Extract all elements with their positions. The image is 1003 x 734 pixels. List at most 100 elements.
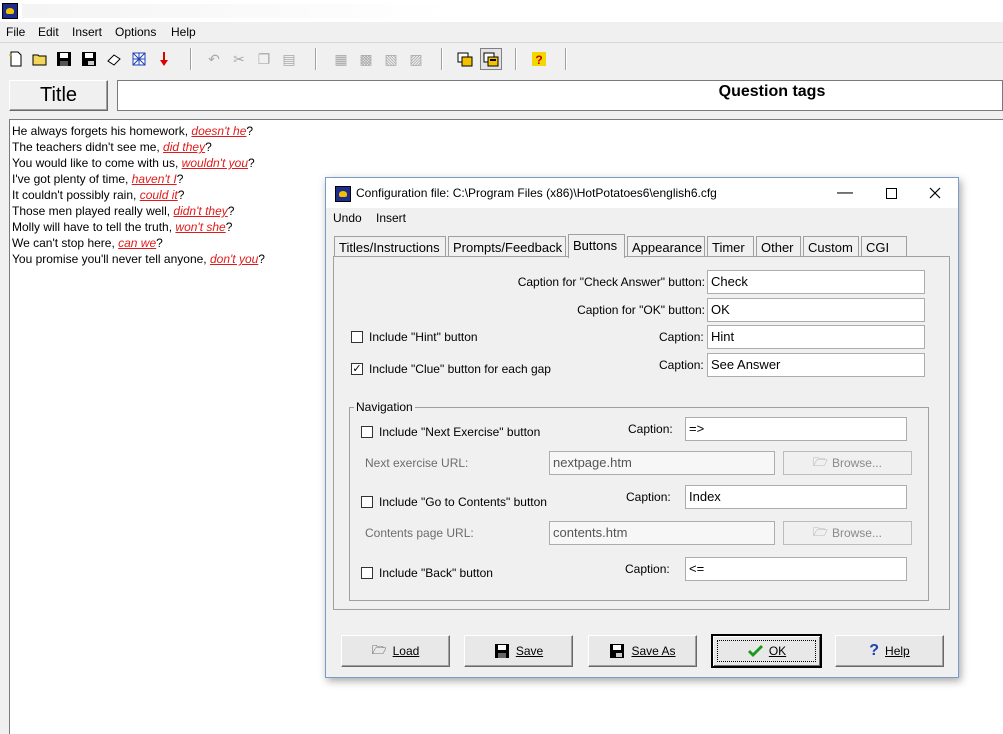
exercise-line: The teachers didn't see me, did they? [12, 139, 1001, 155]
help-question-icon[interactable]: ? [529, 49, 549, 69]
hotpotatoes-app-icon[interactable] [2, 3, 18, 19]
sentence-text: Molly will have to tell the truth, [12, 220, 176, 234]
sentence-text: It couldn't possibly rain, [12, 188, 140, 202]
web-page-export-icon[interactable] [455, 49, 475, 69]
eraser-icon[interactable] [104, 49, 124, 69]
gap-word[interactable]: don't you [210, 252, 258, 266]
exercise-line: He always forgets his homework, doesn't … [12, 123, 1001, 139]
tab-other[interactable]: Other [756, 236, 801, 257]
ok-button[interactable]: OK [711, 634, 822, 668]
gap-word[interactable]: haven't I [132, 172, 177, 186]
new-file-icon[interactable] [6, 49, 26, 69]
question-mark-icon: ? [869, 642, 880, 659]
next-exercise-checkbox[interactable] [361, 426, 373, 438]
gap-word[interactable]: did they [163, 140, 205, 154]
svg-text:?: ? [535, 53, 542, 67]
next-caption-input[interactable]: => [685, 417, 907, 441]
clue-checkbox[interactable]: ✓ [351, 363, 363, 375]
gap-word[interactable]: can we [118, 236, 156, 250]
contents-caption-label: Caption: [626, 490, 671, 504]
menu-help[interactable]: Help [171, 25, 196, 39]
hotpotatoes-dialog-icon[interactable] [335, 186, 351, 202]
check-answer-caption-input[interactable]: Check [707, 270, 925, 294]
auto-gap-icon[interactable]: ▧ [381, 49, 401, 69]
tab-prompts-feedback[interactable]: Prompts/Feedback [448, 236, 566, 257]
next-url-input[interactable]: nextpage.htm [549, 451, 775, 475]
save-as-disk-icon[interactable] [79, 49, 99, 69]
save-as-disk-icon [610, 644, 625, 658]
next-exercise-checkbox-label: Include "Next Exercise" button [379, 425, 541, 439]
next-browse-label: Browse... [831, 456, 882, 470]
hint-checkbox[interactable] [351, 331, 363, 343]
toolbar-separator [441, 48, 443, 70]
dialog-titlebar: Configuration file: C:\Program Files (x8… [326, 178, 958, 208]
contents-url-input[interactable]: contents.htm [549, 521, 775, 545]
help-button-label: Help [885, 644, 910, 658]
load-button[interactable]: 🗁 Load [341, 635, 450, 667]
maximize-icon[interactable] [868, 178, 914, 208]
menu-insert[interactable]: Insert [72, 25, 102, 39]
exercise-line: You would like to come with us, wouldn't… [12, 155, 1001, 171]
clue-caption-input[interactable]: See Answer [707, 353, 925, 377]
show-words-icon[interactable]: ▨ [406, 49, 426, 69]
title-button[interactable]: Title [9, 80, 108, 111]
back-caption-input[interactable]: <= [685, 557, 907, 581]
gap-word[interactable]: doesn't he [191, 124, 246, 138]
sentence-text: He always forgets his homework, [12, 124, 192, 138]
tab-custom[interactable]: Custom [803, 236, 859, 257]
contents-checkbox[interactable] [361, 496, 373, 508]
contents-checkbox-label: Include "Go to Contents" button [379, 495, 547, 509]
contents-caption-input[interactable]: Index [685, 485, 907, 509]
ok-caption-input[interactable]: OK [707, 298, 925, 322]
tab-cgi[interactable]: CGI [861, 236, 907, 257]
gap-word[interactable]: wouldn't you [182, 156, 248, 170]
folder-icon: 🗁 [813, 524, 828, 539]
back-checkbox[interactable] [361, 567, 373, 579]
hint-caption-input[interactable]: Hint [707, 325, 925, 349]
paste-icon[interactable]: ▤ [279, 49, 299, 69]
dialog-menu-undo[interactable]: Undo [333, 211, 362, 225]
menu-edit[interactable]: Edit [38, 25, 59, 39]
back-checkbox-label: Include "Back" button [379, 566, 493, 580]
configuration-dialog: Configuration file: C:\Program Files (x8… [325, 177, 959, 678]
sentence-text: You promise you'll never tell anyone, [12, 252, 210, 266]
minimize-icon[interactable]: — [822, 178, 868, 208]
copy-icon[interactable]: ❐ [254, 49, 274, 69]
tab-appearance[interactable]: Appearance [627, 236, 705, 257]
save-button[interactable]: Save [464, 635, 573, 667]
config-icon[interactable] [480, 48, 502, 70]
sentence-end: ? [205, 140, 212, 154]
gap-word[interactable]: could it [140, 188, 178, 202]
exercise-title-field[interactable]: Question tags [117, 80, 1003, 111]
cut-icon[interactable]: ✂ [229, 49, 249, 69]
tab-titles-instructions[interactable]: Titles/Instructions [334, 236, 446, 257]
menu-options[interactable]: Options [115, 25, 156, 39]
close-icon[interactable] [912, 178, 958, 208]
tab-buttons[interactable]: Buttons [568, 234, 625, 258]
clear-gaps-icon[interactable]: ▩ [356, 49, 376, 69]
buttons-tab-panel: Caption for "Check Answer" button: Check… [333, 256, 950, 610]
check-mark-icon [747, 645, 763, 657]
next-caption-label: Caption: [628, 422, 673, 436]
open-folder-icon[interactable] [30, 49, 50, 69]
undo-icon[interactable]: ↶ [204, 49, 224, 69]
gap-icon[interactable]: ▦ [331, 49, 351, 69]
contents-browse-button[interactable]: 🗁 Browse... [783, 521, 912, 545]
save-disk-icon[interactable] [54, 49, 74, 69]
sentence-end: ? [176, 172, 184, 186]
web-page-icon[interactable] [129, 49, 149, 69]
open-folder-icon: 🗁 [371, 642, 387, 657]
menu-file[interactable]: File [6, 25, 25, 39]
app-titlebar [0, 0, 1003, 22]
sentence-text: The teachers didn't see me, [12, 140, 164, 154]
help-button[interactable]: ? Help [835, 635, 944, 667]
sentence-text: You would like to come with us, [12, 156, 182, 170]
down-arrow-icon[interactable] [154, 49, 174, 69]
tab-timer[interactable]: Timer [707, 236, 754, 257]
dialog-title: Configuration file: C:\Program Files (x8… [356, 186, 717, 200]
next-browse-button[interactable]: 🗁 Browse... [783, 451, 912, 475]
gap-word[interactable]: won't she [175, 220, 225, 234]
gap-word[interactable]: didn't they [173, 204, 227, 218]
save-as-button[interactable]: Save As [588, 635, 697, 667]
dialog-menu-insert[interactable]: Insert [376, 211, 406, 225]
